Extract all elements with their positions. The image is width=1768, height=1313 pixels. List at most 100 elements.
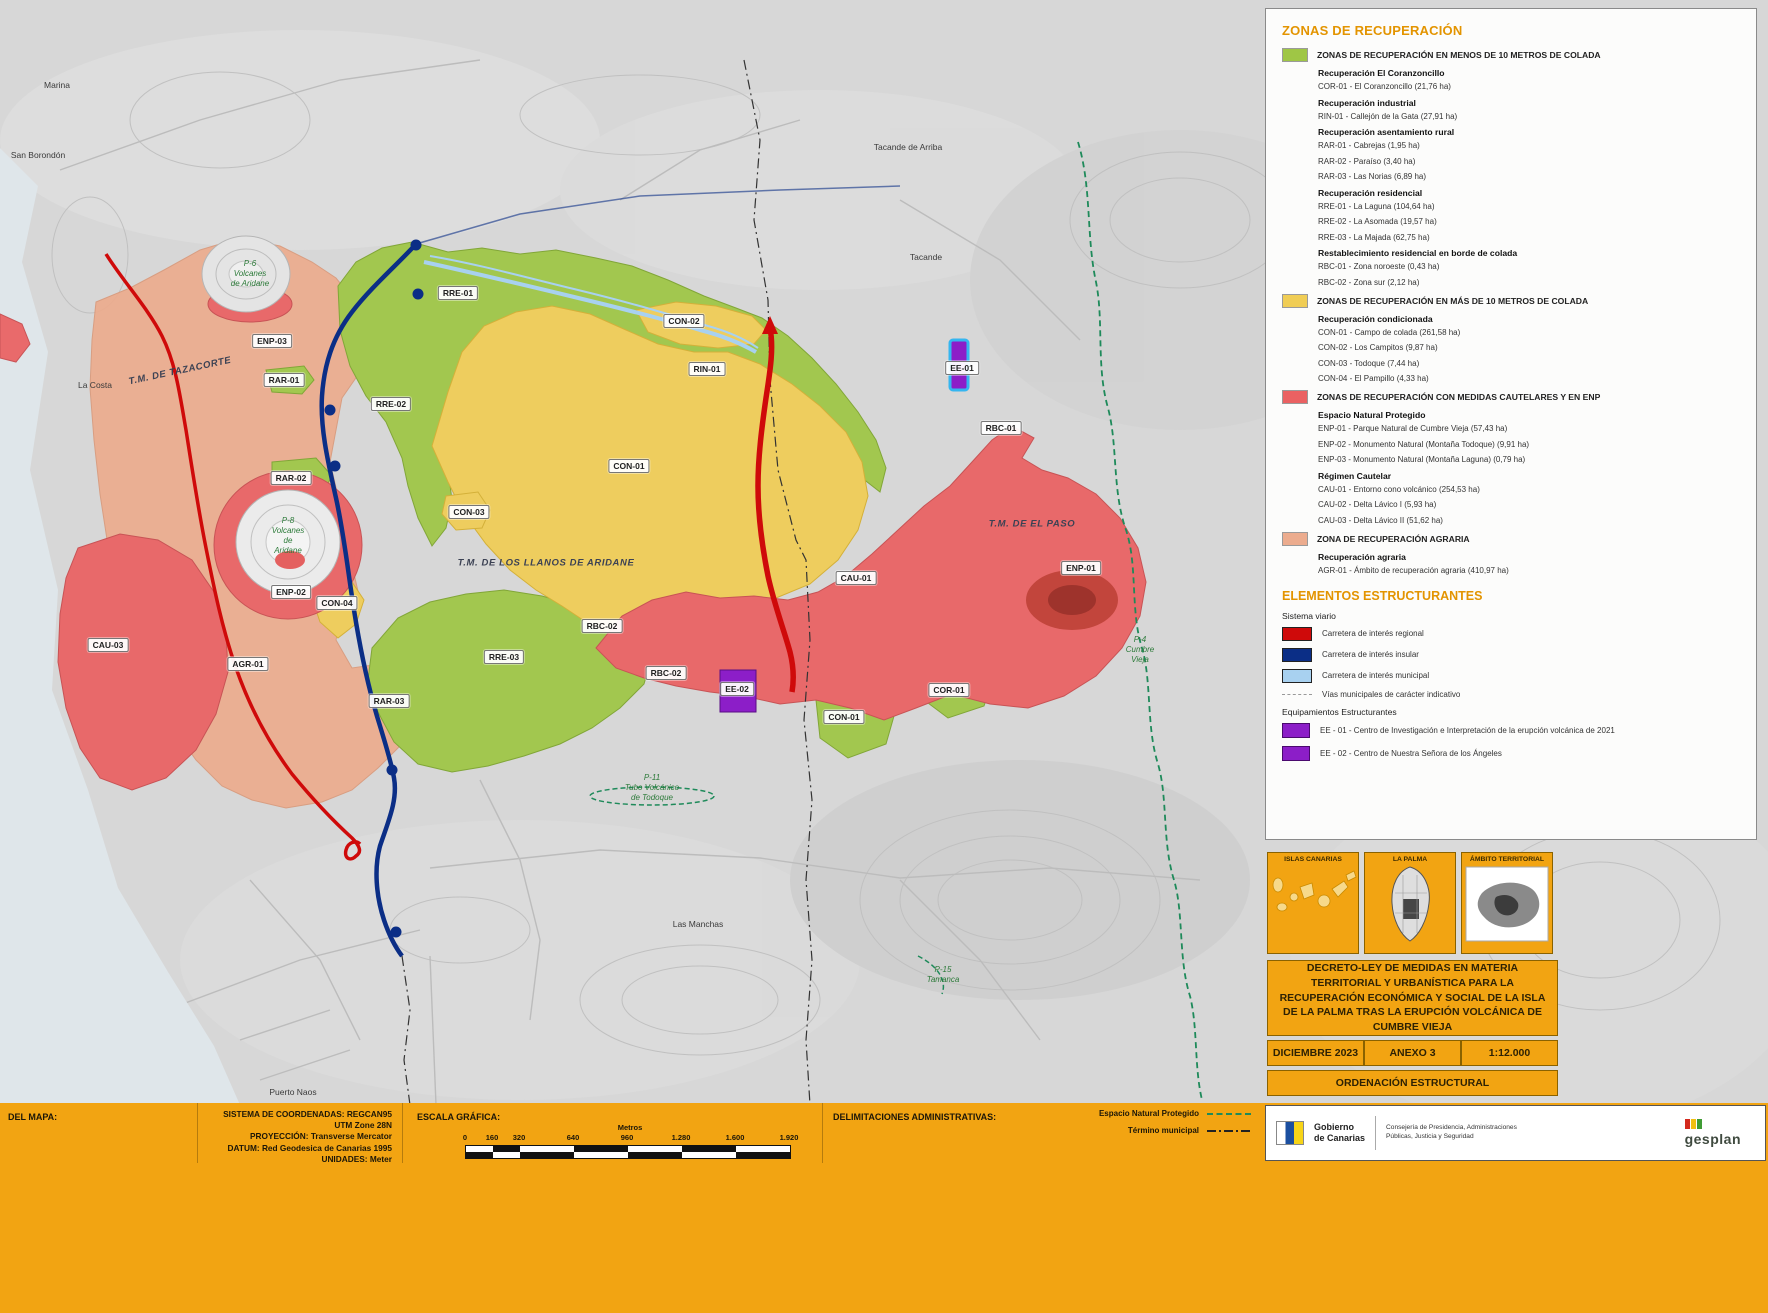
- dashed-road-swatch: [1282, 694, 1312, 695]
- scale-bar-segment: [493, 1152, 520, 1158]
- logo-divider: [1375, 1116, 1376, 1150]
- legend-item: CAU-01 - Entorno cono volcánico (254,53 …: [1318, 485, 1742, 494]
- legend-item: RAR-03 - Las Norias (6,89 ha): [1318, 172, 1742, 181]
- legend-group-heading-row: ZONA DE RECUPERACIÓN AGRARIA: [1282, 532, 1742, 546]
- legend-subgroup-title: Recuperación asentamiento rural: [1318, 127, 1742, 137]
- inset-la-palma: LA PALMA: [1364, 852, 1456, 954]
- ee-02-zone: [720, 670, 756, 712]
- inset-label: ISLAS CANARIAS: [1268, 853, 1358, 863]
- municipal-boundary-sample: [1207, 1130, 1251, 1132]
- inset-label: LA PALMA: [1365, 853, 1455, 863]
- legend-item: ENP-02 - Monumento Natural (Montaña Todo…: [1318, 440, 1742, 449]
- legend-group-heading-row: ZONAS DE RECUPERACIÓN CON MEDIDAS CAUTEL…: [1282, 390, 1742, 404]
- scale-tick: 160: [486, 1133, 499, 1142]
- gobierno-canarias-label: Gobierno de Canarias: [1314, 1122, 1365, 1144]
- legend-item: COR-01 - El Coranzoncillo (21,76 ha): [1318, 82, 1742, 91]
- legend-group: ZONAS DE RECUPERACIÓN EN MÁS DE 10 METRO…: [1280, 294, 1742, 384]
- scale-bar-segment: [736, 1152, 790, 1158]
- legend-title: ZONAS DE RECUPERACIÓN: [1282, 23, 1742, 38]
- road-legend-row: Carretera de interés insular: [1282, 648, 1742, 662]
- legend-group: ZONAS DE RECUPERACIÓN EN MENOS DE 10 MET…: [1280, 48, 1742, 287]
- legend-item: RBC-01 - Zona noroeste (0,43 ha): [1318, 262, 1742, 271]
- meta-row: DICIEMBRE 2023 ANEXO 3 1:12.000: [1267, 1040, 1558, 1066]
- legend-group-heading: ZONA DE RECUPERACIÓN AGRARIA: [1317, 534, 1470, 544]
- legend-subgroup-title: Régimen Cautelar: [1318, 471, 1742, 481]
- scale-tick: 640: [567, 1133, 580, 1142]
- equipment-legend-label: EE - 02 - Centro de Nuestra Señora de lo…: [1320, 749, 1502, 758]
- coordinate-system-line: PROYECCIÓN: Transverse Mercator: [208, 1131, 392, 1142]
- islas-canarias-map: [1268, 863, 1358, 947]
- enp-boundary-sample: [1207, 1113, 1251, 1115]
- footer-logos: Gobierno de Canarias Consejería de Presi…: [1265, 1105, 1766, 1161]
- legend-item: AGR-01 - Ámbito de recuperación agraria …: [1318, 566, 1742, 575]
- legend-groups: ZONAS DE RECUPERACIÓN EN MENOS DE 10 MET…: [1280, 48, 1742, 575]
- scale-tick: 1.280: [672, 1133, 691, 1142]
- insular-road-swatch: [1282, 648, 1312, 662]
- scale-bar-segment: [466, 1152, 493, 1158]
- scale-bar-segments: [465, 1145, 791, 1159]
- legend-item: RAR-02 - Paraíso (3,40 ha): [1318, 157, 1742, 166]
- legend-item: CAU-02 - Delta Lávico I (5,93 ha): [1318, 500, 1742, 509]
- equipments-title: Equipamientos Estructurantes: [1282, 707, 1742, 717]
- delimitation-label: Espacio Natural Protegido: [1099, 1109, 1199, 1118]
- map-sheet: RRE-01CON-02ENP-03EE-01RIN-01RAR-01RRE-0…: [0, 0, 1768, 1313]
- inset-label: ÁMBITO TERRITORIAL: [1462, 853, 1552, 863]
- coordinate-system-line: DATUM: Red Geodesica de Canarias 1995: [208, 1143, 392, 1154]
- legend-subgroup-title: Restablecimiento residencial en borde de…: [1318, 248, 1742, 258]
- scale-tick: 960: [621, 1133, 634, 1142]
- consejeria-label: Consejería de Presidencia, Administracio…: [1386, 1124, 1536, 1141]
- legend-item: CAU-03 - Delta Lávico II (51,62 ha): [1318, 516, 1742, 525]
- yellow-zone-swatch: [1282, 294, 1308, 308]
- scale-label: ESCALA GRÁFICA:: [417, 1112, 808, 1122]
- legend-group-heading-row: ZONAS DE RECUPERACIÓN EN MENOS DE 10 MET…: [1282, 48, 1742, 62]
- delimitations-list: Espacio Natural Protegido Término municip…: [1041, 1109, 1251, 1143]
- map-footer: DEL MAPA: SISTEMA DE COORDENADAS: REGCAN…: [0, 1103, 1768, 1313]
- gesplan-logo: gesplan: [1685, 1119, 1755, 1147]
- legend-group: ZONAS DE RECUPERACIÓN CON MEDIDAS CAUTEL…: [1280, 390, 1742, 525]
- road-legend-list: Carretera de interés regional Carretera d…: [1280, 627, 1742, 699]
- gesplan-logo-icon: [1685, 1119, 1702, 1129]
- scale-tick: 0: [463, 1133, 467, 1142]
- legend-subgroup-title: Recuperación industrial: [1318, 98, 1742, 108]
- regional-road-swatch: [1282, 627, 1312, 641]
- map-title: DECRETO-LEY DE MEDIDAS EN MATERIA TERRIT…: [1278, 961, 1547, 1034]
- road-legend-row: Carretera de interés municipal: [1282, 669, 1742, 683]
- footer-coordinate-system: SISTEMA DE COORDENADAS: REGCAN95 UTM Zon…: [197, 1103, 402, 1163]
- legend-item: CON-04 - El Pampillo (4,33 ha): [1318, 374, 1742, 383]
- road-legend-label: Carretera de interés regional: [1322, 629, 1424, 638]
- inset-islas-canarias: ISLAS CANARIAS: [1267, 852, 1359, 954]
- scale-cell: 1:12.000: [1461, 1040, 1558, 1066]
- scale-tick: 1.920: [780, 1133, 799, 1142]
- legend-item: ENP-03 - Monumento Natural (Montaña Lagu…: [1318, 455, 1742, 464]
- ambito-territorial-map: [1462, 863, 1552, 947]
- ee-01-zone: [950, 340, 968, 390]
- gobierno-canarias-logo-icon: [1276, 1121, 1304, 1145]
- footer-admin-delimitations: DELIMITACIONES ADMINISTRATIVAS: Espacio …: [822, 1103, 1263, 1163]
- legend-subgroup-title: Recuperación El Coranzoncillo: [1318, 68, 1742, 78]
- scale-bar-segment: [574, 1152, 628, 1158]
- legend-subgroup-title: Recuperación agraria: [1318, 552, 1742, 562]
- road-legend-row: Vías municipales de carácter indicativo: [1282, 690, 1742, 699]
- legend-group-heading-row: ZONAS DE RECUPERACIÓN EN MÁS DE 10 METRO…: [1282, 294, 1742, 308]
- equipment-legend-label: EE - 01 - Centro de Investigación e Inte…: [1320, 726, 1615, 735]
- legend-item: RRE-03 - La Majada (62,75 ha): [1318, 233, 1742, 242]
- green-zone-swatch: [1282, 48, 1308, 62]
- legend-subgroup-title: Recuperación residencial: [1318, 188, 1742, 198]
- inset-ambito-territorial: ÁMBITO TERRITORIAL: [1461, 852, 1553, 954]
- legend-group: ZONA DE RECUPERACIÓN AGRARIA Recuperación…: [1280, 532, 1742, 575]
- structural-elements-title: ELEMENTOS ESTRUCTURANTES: [1282, 589, 1742, 603]
- scale-tick-labels: 01603206409601.2801.6001.920: [465, 1133, 795, 1143]
- municipal-road-swatch: [1282, 669, 1312, 683]
- footer-map-info: DEL MAPA:: [0, 1103, 197, 1163]
- legend-item: RAR-01 - Cabrejas (1,95 ha): [1318, 141, 1742, 150]
- legend-item: RBC-02 - Zona sur (2,12 ha): [1318, 278, 1742, 287]
- delimitation-label: Término municipal: [1128, 1126, 1199, 1135]
- scale-unit-label: Metros: [465, 1123, 795, 1132]
- gesplan-label: gesplan: [1685, 1131, 1741, 1147]
- legend-item: RRE-01 - La Laguna (104,64 ha): [1318, 202, 1742, 211]
- delimitation-row: Espacio Natural Protegido: [1041, 1109, 1251, 1118]
- legend-item: RIN-01 - Callejón de la Gata (27,91 ha): [1318, 112, 1742, 121]
- footer-graphic-scale: ESCALA GRÁFICA: Metros 01603206409601.28…: [402, 1103, 822, 1163]
- scale-bar-segment: [520, 1152, 574, 1158]
- salmon-zone-swatch: [1282, 532, 1308, 546]
